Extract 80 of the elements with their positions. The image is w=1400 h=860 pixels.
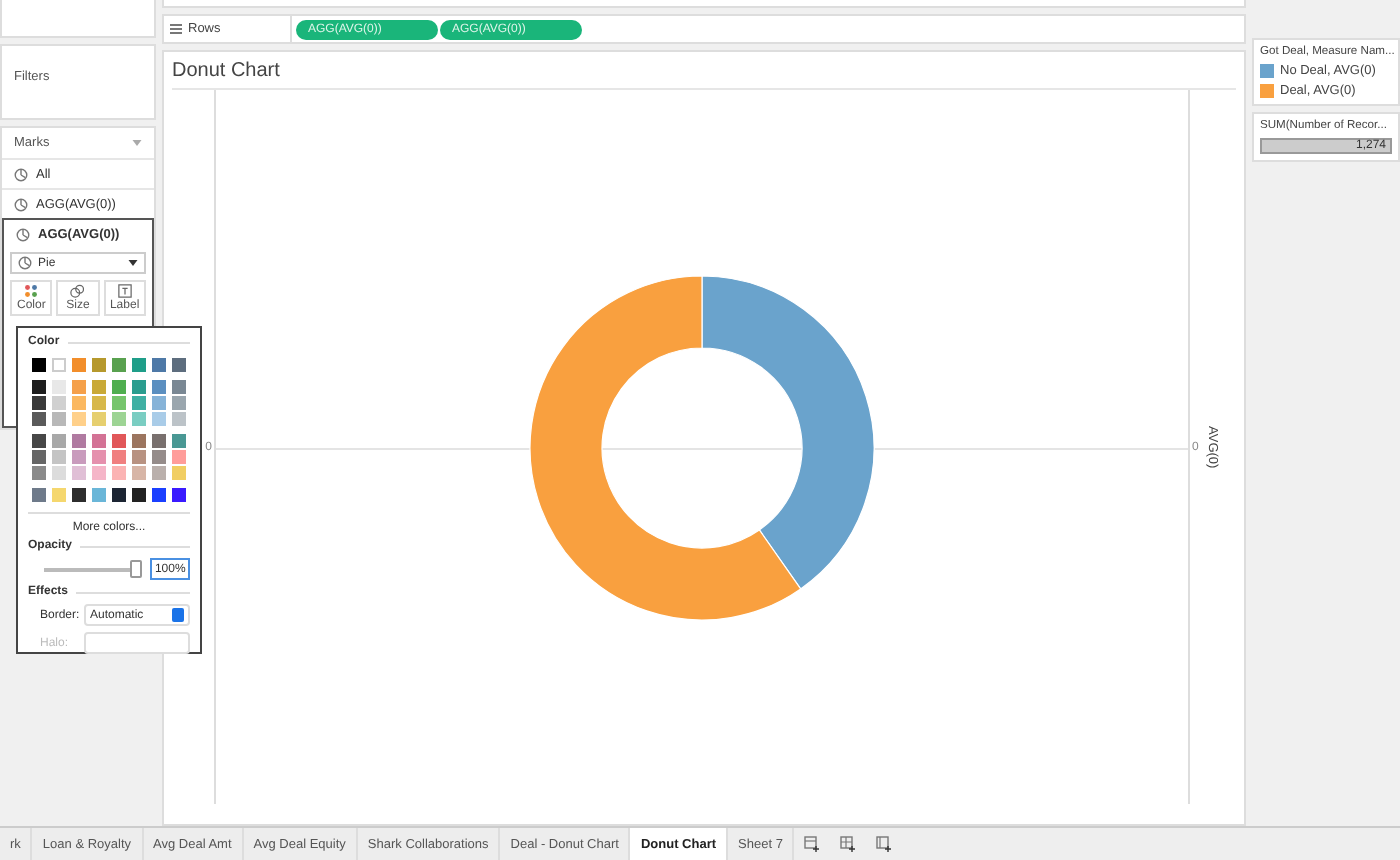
color-swatch[interactable] <box>152 488 166 502</box>
pie-icon <box>18 256 32 270</box>
new-dashboard-icon[interactable] <box>840 836 857 853</box>
color-swatch[interactable] <box>92 380 106 394</box>
color-swatch[interactable] <box>132 466 146 480</box>
label-icon <box>117 284 132 298</box>
color-swatch[interactable] <box>132 396 146 410</box>
color-swatch[interactable] <box>32 466 46 480</box>
color-swatch[interactable] <box>92 466 106 480</box>
color-swatch[interactable] <box>152 412 166 426</box>
color-swatch[interactable] <box>112 358 126 372</box>
color-swatch[interactable] <box>52 488 66 502</box>
color-swatch[interactable] <box>52 450 66 464</box>
color-swatch[interactable] <box>32 396 46 410</box>
color-swatch[interactable] <box>112 434 126 448</box>
color-swatch[interactable] <box>152 434 166 448</box>
color-swatch[interactable] <box>152 380 166 394</box>
color-swatch[interactable] <box>32 450 46 464</box>
color-swatch[interactable] <box>112 450 126 464</box>
color-swatch[interactable] <box>32 358 46 372</box>
pie-icon <box>14 167 28 181</box>
color-swatch[interactable] <box>72 450 86 464</box>
color-swatch[interactable] <box>72 358 86 372</box>
color-swatch[interactable] <box>172 412 186 426</box>
color-swatch[interactable] <box>92 450 106 464</box>
color-swatch[interactable] <box>132 450 146 464</box>
color-swatch[interactable] <box>172 396 186 410</box>
color-swatch[interactable] <box>112 488 126 502</box>
pie-icon <box>16 227 30 241</box>
color-swatch[interactable] <box>132 412 146 426</box>
color-swatch[interactable] <box>112 396 126 410</box>
color-swatch[interactable] <box>72 380 86 394</box>
color-swatch[interactable] <box>52 434 66 448</box>
color-swatch[interactable] <box>32 434 46 448</box>
color-swatch[interactable] <box>152 396 166 410</box>
color-swatch[interactable] <box>172 466 186 480</box>
color-swatch[interactable] <box>172 488 186 502</box>
color-swatch[interactable] <box>92 396 106 410</box>
color-swatch[interactable] <box>52 358 66 372</box>
opacity-slider[interactable] <box>44 560 143 578</box>
color-swatch[interactable] <box>132 358 146 372</box>
caret-icon <box>128 260 138 266</box>
color-swatch[interactable] <box>52 396 66 410</box>
dots-icon <box>24 284 39 298</box>
color-swatch[interactable] <box>32 412 46 426</box>
color-swatch[interactable] <box>52 466 66 480</box>
color-swatch[interactable] <box>172 380 186 394</box>
color-swatch[interactable] <box>92 358 106 372</box>
color-swatch[interactable] <box>92 412 106 426</box>
color-swatch[interactable] <box>112 466 126 480</box>
slider-thumb[interactable] <box>130 560 143 578</box>
color-swatch[interactable] <box>112 380 126 394</box>
color-swatch[interactable] <box>72 466 86 480</box>
color-swatch[interactable] <box>52 380 66 394</box>
color-swatch[interactable] <box>172 450 186 464</box>
color-swatch[interactable] <box>152 466 166 480</box>
color-swatch[interactable] <box>72 488 86 502</box>
pie-icon <box>14 197 28 211</box>
color-swatch[interactable] <box>132 380 146 394</box>
new-story-icon[interactable] <box>876 836 893 853</box>
color-swatch[interactable] <box>52 412 66 426</box>
color-swatch[interactable] <box>92 434 106 448</box>
color-swatch[interactable] <box>72 412 86 426</box>
color-swatch[interactable] <box>132 488 146 502</box>
color-swatch[interactable] <box>172 434 186 448</box>
color-swatch[interactable] <box>32 380 46 394</box>
color-swatch[interactable] <box>152 358 166 372</box>
sheet-title: Donut Chart <box>172 52 1236 90</box>
color-swatch[interactable] <box>132 434 146 448</box>
color-swatch[interactable] <box>152 450 166 464</box>
color-swatch[interactable] <box>72 434 86 448</box>
chevron-icon[interactable] <box>132 140 142 146</box>
circles-icon <box>70 284 85 298</box>
color-swatch[interactable] <box>72 396 86 410</box>
color-swatch[interactable] <box>112 412 126 426</box>
color-swatch[interactable] <box>32 488 46 502</box>
rows-icon <box>170 23 182 35</box>
color-swatch[interactable] <box>172 358 186 372</box>
new-worksheet-icon[interactable] <box>804 836 821 853</box>
color-swatch[interactable] <box>92 488 106 502</box>
